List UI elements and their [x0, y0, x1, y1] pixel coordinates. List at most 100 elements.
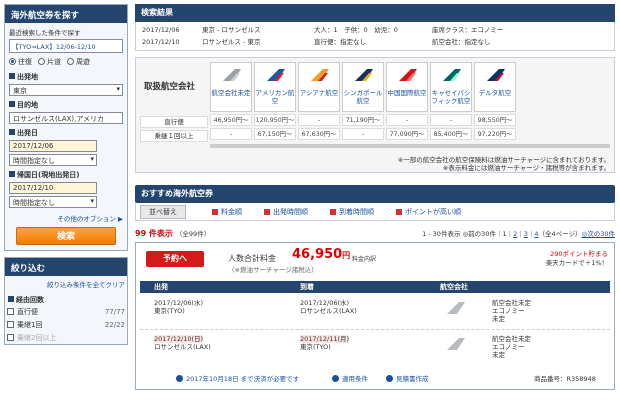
- segment-divider: [140, 329, 610, 330]
- other-options-link[interactable]: その他のオプション ▶: [9, 213, 123, 223]
- airline-column[interactable]: シンガポール航空 71,190円〜 -: [342, 62, 384, 140]
- return-date-label: 帰国日(現地出発日): [9, 170, 123, 180]
- sort-by-price[interactable]: 料金順: [212, 207, 242, 217]
- results-title: 検索結果: [135, 4, 615, 22]
- fare-breakdown-link[interactable]: 料金内訳: [352, 254, 376, 263]
- destination-input[interactable]: ロサンゼルス(LAX),アメリカ: [9, 112, 123, 124]
- departure-date-label: 出発日: [9, 128, 123, 138]
- document-icon: [386, 374, 393, 382]
- return-date-input[interactable]: 2017/12/10: [9, 182, 97, 194]
- search-button[interactable]: 検索: [16, 227, 116, 245]
- airline-price-direct[interactable]: -: [386, 114, 428, 126]
- airline-name[interactable]: アメリカン航空: [255, 89, 295, 105]
- pager: 1 - 30件表示 ◎前の30件｜1｜2｜3｜4（全4ページ）◎次の30件: [422, 230, 615, 238]
- radio-icon: [9, 58, 16, 65]
- clear-filters-link[interactable]: 絞り込み条件を全てクリア: [5, 276, 127, 291]
- filter-panel-title: 絞り込む: [5, 258, 127, 276]
- airline-card[interactable]: 航空会社未定: [210, 62, 252, 112]
- page-1[interactable]: 1: [502, 230, 506, 238]
- origin-label: 出発地: [9, 72, 123, 82]
- next-page-link[interactable]: ◎次の30件: [582, 230, 615, 238]
- offer-card: 予約へ 人数合計料金 46,950円 料金内訳 （※燃油サーチャージ諸税込） 2…: [135, 242, 615, 390]
- airline-price-transfer[interactable]: -: [210, 128, 252, 140]
- info-icon: [332, 374, 339, 382]
- airline-price-direct[interactable]: -: [298, 114, 340, 126]
- offer-footer: 2017年10月18日 まで決済が必要です 適用条件 見積書作成 商品番号：R3…: [136, 373, 614, 385]
- cathay-pacific-logo-icon: [443, 69, 461, 81]
- segment-return: 2017/12/10(日) ロサンゼルス(LAX) 2017/12/11(月) 東京…: [154, 335, 531, 359]
- book-button[interactable]: 予約へ: [146, 251, 204, 267]
- airline-card[interactable]: 中国国際航空: [386, 62, 428, 112]
- airline-price-direct[interactable]: 120,950円〜: [254, 114, 296, 126]
- airline-price-transfer[interactable]: 67,150円〜: [254, 128, 296, 140]
- airline-name[interactable]: デルタ航空: [475, 89, 515, 97]
- trip-type-multi[interactable]: 周遊: [67, 57, 90, 67]
- filter-direct[interactable]: 直行便 77/77: [5, 305, 127, 318]
- square-bullet-icon: [396, 208, 402, 215]
- stops-label: 経由回数: [5, 295, 127, 305]
- bullet-icon: [9, 101, 15, 107]
- airline-column[interactable]: アシアナ航空 - 67,630円〜: [298, 62, 340, 140]
- sort-by-points[interactable]: ポイントが高い順: [396, 207, 461, 217]
- filter-two-plus-stops[interactable]: 乗継2回以上: [5, 331, 127, 344]
- airline-price-direct[interactable]: 98,550円〜: [474, 114, 516, 126]
- airline-matrix-label: 取扱航空会社: [144, 82, 196, 92]
- airline-column[interactable]: デルタ航空 98,550円〜 97,220円〜: [474, 62, 516, 140]
- checkbox-icon: [7, 321, 14, 328]
- airline-column[interactable]: キャセイパシフィック航空 - 85,400円〜: [430, 62, 472, 140]
- airline-name[interactable]: キャセイパシフィック航空: [431, 89, 471, 105]
- airline-column[interactable]: 航空会社未定 46,950円〜 -: [210, 62, 252, 140]
- condition-row-return: 2017/12/10 ロサンゼルス - 東京 直行便：指定なし 航空会社：指定な…: [142, 38, 491, 46]
- trip-type-oneway[interactable]: 片道: [38, 57, 61, 67]
- airline-price-transfer[interactable]: 77,090円〜: [386, 128, 428, 140]
- sort-tabs: 並べ替え 料金順 出発時間順 到着時間順 ポイントが高い順: [135, 203, 615, 221]
- airline-name[interactable]: 中国国際航空: [387, 89, 427, 97]
- rules-link[interactable]: 適用条件: [332, 373, 368, 383]
- return-time-select[interactable]: 時間指定なし: [9, 196, 97, 208]
- airline-note-2: ※表示料金には燃油サーチャージ・諸税等が含まれます。: [442, 164, 610, 172]
- bullet-icon: [8, 296, 14, 302]
- airline-card[interactable]: デルタ航空: [474, 62, 516, 112]
- sort-by-departure[interactable]: 出発時間順: [264, 207, 308, 217]
- search-conditions: 2017/12/06 東京 - ロサンゼルス 大人：1 子供：0 幼児：0 座席…: [135, 22, 615, 51]
- sidebar: 海外航空券を探す 最近検索した条件で探す 【TYO⇒LAX】12/06-12/1…: [4, 4, 128, 351]
- matrix-scrollbar[interactable]: [210, 144, 610, 148]
- airline-column[interactable]: アメリカン航空 120,950円〜 67,150円〜: [254, 62, 296, 140]
- fare-value: 46,950円: [292, 247, 351, 262]
- origin-select[interactable]: 東京: [9, 84, 123, 96]
- airline-price-direct[interactable]: -: [430, 114, 472, 126]
- page-2[interactable]: 2: [513, 230, 517, 238]
- filter-one-stop[interactable]: 乗継1回 22/22: [5, 318, 127, 331]
- result-count: 99 件表示: [135, 228, 173, 238]
- airline-card[interactable]: アシアナ航空: [298, 62, 340, 112]
- airline-price-transfer[interactable]: 85,400円〜: [430, 128, 472, 140]
- airline-column[interactable]: 中国国際航空 - 77,090円〜: [386, 62, 428, 140]
- search-panel-title: 海外航空券を探す: [5, 5, 127, 23]
- airline-name[interactable]: シンガポール航空: [343, 89, 383, 105]
- airline-card[interactable]: シンガポール航空: [342, 62, 384, 112]
- search-panel: 海外航空券を探す 最近検索した条件で探す 【TYO⇒LAX】12/06-12/1…: [4, 4, 128, 251]
- airline-price-transfer[interactable]: 97,220円〜: [474, 128, 516, 140]
- airline-price-direct[interactable]: 46,950円〜: [210, 114, 252, 126]
- trip-type-roundtrip[interactable]: 往復: [9, 57, 32, 67]
- bullet-icon: [9, 73, 15, 79]
- airline-price-transfer[interactable]: 67,630円〜: [298, 128, 340, 140]
- airline-name[interactable]: アシアナ航空: [299, 89, 339, 97]
- airline-price-direct[interactable]: 71,190円〜: [342, 114, 384, 126]
- page-3[interactable]: 3: [524, 230, 528, 238]
- sort-by-arrival[interactable]: 到着時間順: [330, 207, 374, 217]
- recent-search-link[interactable]: 【TYO⇒LAX】12/06-12/10: [9, 39, 123, 53]
- departure-time-select[interactable]: 時間指定なし: [9, 154, 97, 166]
- departure-date-input[interactable]: 2017/12/06: [9, 140, 97, 152]
- filter-panel: 絞り込む 絞り込み条件を全てクリア 経由回数 直行便 77/77 乗継1回 22/2…: [4, 257, 128, 345]
- bullet-icon: [9, 129, 15, 135]
- airline-name[interactable]: 航空会社未定: [211, 89, 251, 97]
- checkbox-icon: [7, 334, 14, 341]
- american-airlines-logo-icon: [267, 69, 285, 81]
- quote-link[interactable]: 見積書作成: [386, 373, 429, 383]
- airline-price-transfer[interactable]: -: [342, 128, 384, 140]
- airline-card[interactable]: キャセイパシフィック航空: [430, 62, 472, 112]
- gray-tail-icon: [223, 69, 241, 81]
- airline-card[interactable]: アメリカン航空: [254, 62, 296, 112]
- delta-logo-icon: [487, 69, 505, 81]
